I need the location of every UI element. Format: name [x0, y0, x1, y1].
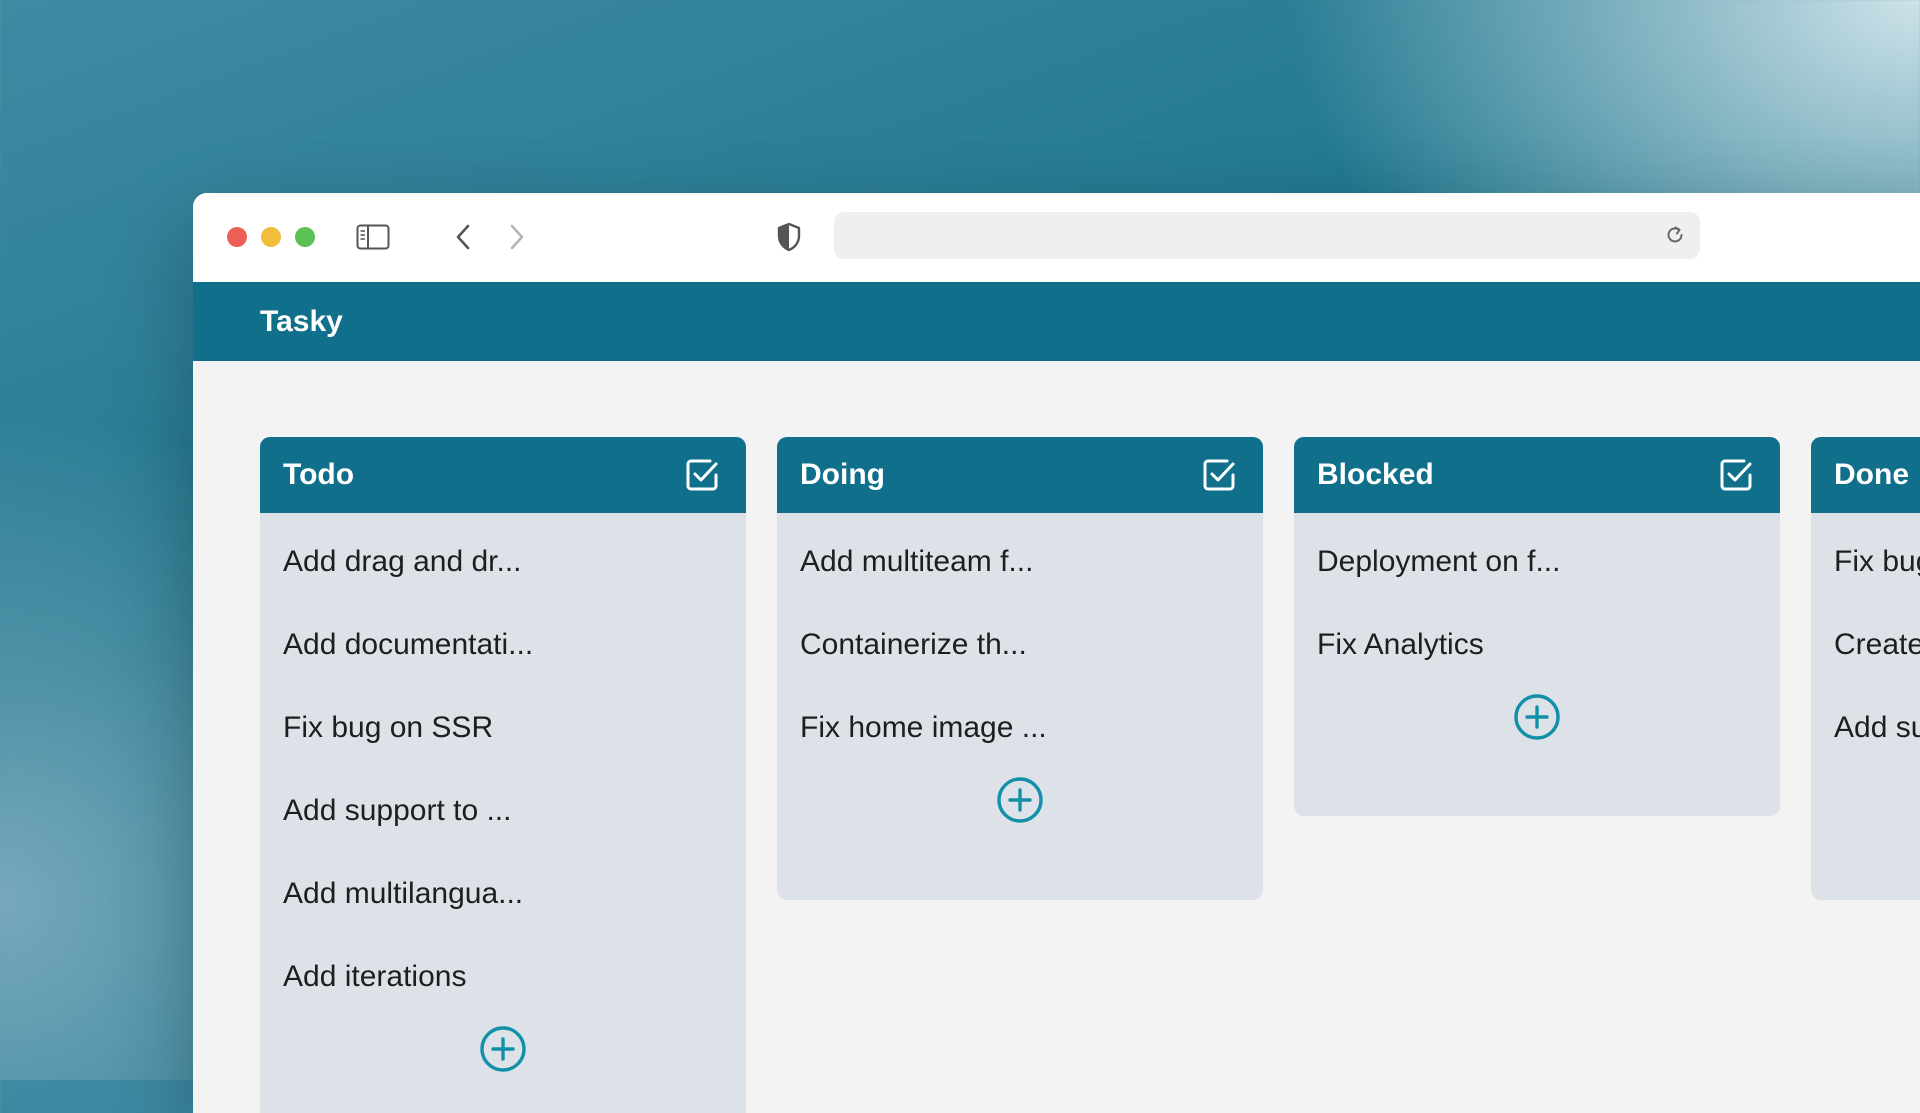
url-input[interactable]: [834, 212, 1700, 259]
column-title: Done: [1834, 458, 1909, 491]
address-bar[interactable]: [834, 212, 1700, 259]
add-task-icon[interactable]: [996, 776, 1044, 824]
chevron-right-icon[interactable]: [499, 221, 535, 253]
checkbox-icon[interactable]: [1201, 457, 1237, 493]
checkbox-icon[interactable]: [1718, 457, 1754, 493]
column-doing: Doing Add multiteam f... Containerize th…: [777, 437, 1263, 900]
browser-toolbar: [193, 193, 1920, 282]
column-header: Todo: [260, 437, 746, 513]
column-title: Doing: [800, 458, 885, 491]
task-card[interactable]: Add drag and dr...: [260, 517, 746, 600]
add-task-icon[interactable]: [479, 1025, 527, 1073]
task-card[interactable]: Fix bug on SSR: [260, 683, 746, 766]
task-card[interactable]: Add iterations: [260, 932, 746, 1015]
browser-window: Tasky Todo Add drag and dr... Add docume…: [193, 193, 1920, 1113]
shield-icon[interactable]: [771, 221, 807, 253]
add-task-icon[interactable]: [1513, 693, 1561, 741]
task-card[interactable]: Add support to ...: [260, 766, 746, 849]
task-card[interactable]: Fix Analytics: [1294, 600, 1780, 683]
column-header: Doing: [777, 437, 1263, 513]
column-blocked: Blocked Deployment on f... Fix Analytics: [1294, 437, 1780, 816]
column-header: Done: [1811, 437, 1920, 513]
task-card[interactable]: Fix home image ...: [777, 683, 1263, 766]
task-card[interactable]: Deployment on f...: [1294, 517, 1780, 600]
task-card[interactable]: Add su: [1811, 683, 1920, 766]
close-window-button[interactable]: [227, 227, 247, 247]
task-card[interactable]: Add multilangua...: [260, 849, 746, 932]
task-card[interactable]: Add documentati...: [260, 600, 746, 683]
chevron-left-icon[interactable]: [445, 221, 481, 253]
column-done: Done Fix bug Create Add su: [1811, 437, 1920, 900]
sidebar-icon[interactable]: [355, 221, 391, 253]
column-header: Blocked: [1294, 437, 1780, 513]
checkbox-icon[interactable]: [684, 457, 720, 493]
task-card[interactable]: Fix bug: [1811, 517, 1920, 600]
board: Todo Add drag and dr... Add documentati.…: [193, 361, 1920, 1113]
column-title: Todo: [283, 458, 355, 491]
maximize-window-button[interactable]: [295, 227, 315, 247]
task-card[interactable]: Containerize th...: [777, 600, 1263, 683]
column-todo: Todo Add drag and dr... Add documentati.…: [260, 437, 746, 1113]
app-title[interactable]: Tasky: [260, 282, 343, 361]
minimize-window-button[interactable]: [261, 227, 281, 247]
app-header: Tasky: [193, 282, 1920, 361]
task-card[interactable]: Create: [1811, 600, 1920, 683]
task-card[interactable]: Add multiteam f...: [777, 517, 1263, 600]
reload-icon[interactable]: [1662, 222, 1688, 248]
column-title: Blocked: [1317, 458, 1434, 491]
